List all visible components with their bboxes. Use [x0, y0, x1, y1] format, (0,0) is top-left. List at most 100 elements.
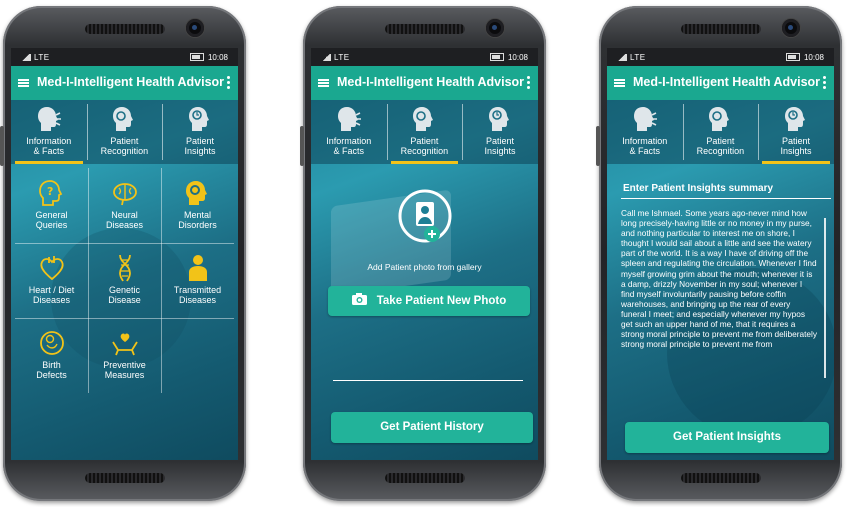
head-speaking-icon: [37, 107, 61, 131]
battery-icon: [489, 53, 504, 61]
category-birth-defects[interactable]: Birth Defects: [15, 318, 88, 393]
get-patient-insights-button[interactable]: Get Patient Insights: [625, 422, 829, 453]
head-question-icon: ?: [38, 180, 62, 206]
baby-icon: [39, 331, 64, 355]
hamburger-menu-icon[interactable]: [614, 79, 625, 87]
tab-label-line1: Patient: [485, 136, 514, 146]
category-label: Measures: [104, 370, 145, 380]
head-insight-icon: [784, 107, 805, 131]
tab-patient-insights[interactable]: Patient Insights: [462, 100, 538, 164]
phone-information: LTE 10:08 Med-I-Intelligent Health Advis…: [0, 6, 246, 501]
network-label: LTE: [34, 53, 50, 62]
summary-scrollbar[interactable]: [824, 218, 826, 378]
app-bar: Med-I-Intelligent Health Advisor: [607, 66, 834, 100]
brain-icon: [112, 183, 137, 206]
app-title: Med-I-Intelligent Health Advisor: [337, 75, 525, 89]
tab-label-line2: Recognition: [100, 146, 149, 156]
phone-recognition: LTE 10:08 Med-I-Intelligent Health Advis…: [300, 6, 546, 501]
hamburger-menu-icon[interactable]: [318, 79, 329, 87]
category-neural-diseases[interactable]: Neural Diseases: [88, 168, 161, 243]
tab-patient-recognition[interactable]: Patient Recognition: [387, 100, 463, 164]
category-label: Mental: [183, 210, 211, 220]
tab-information-facts[interactable]: Information & Facts: [607, 100, 683, 164]
category-label: Heart / Diet: [28, 285, 75, 295]
category-transmitted-diseases[interactable]: Transmitted Diseases: [161, 243, 234, 318]
front-camera: [486, 19, 504, 37]
take-new-photo-label: Take Patient New Photo: [376, 295, 507, 307]
tab-label-line1: Information: [26, 136, 72, 146]
category-preventive-measures[interactable]: Preventive Measures: [88, 318, 161, 393]
speaker-grille: [680, 473, 761, 483]
tab-bar: Information & Facts Patient Recognition …: [607, 100, 834, 164]
category-label: General: [35, 210, 68, 220]
tab-label-line2: Recognition: [696, 146, 745, 156]
tab-bar: Information & Facts Patient Recognition …: [11, 100, 238, 164]
get-patient-history-button[interactable]: Get Patient History: [331, 412, 533, 443]
add-photo-label[interactable]: Add Patient photo from gallery: [311, 262, 538, 272]
overflow-menu-icon[interactable]: [227, 76, 230, 90]
tab-label-line2: Insights: [780, 146, 812, 156]
divider-line: [333, 380, 523, 381]
screen-information: LTE 10:08 Med-I-Intelligent Health Advis…: [11, 48, 238, 460]
tab-label-line1: Patient: [185, 136, 214, 146]
hamburger-menu-icon[interactable]: [18, 79, 29, 87]
add-patient-photo-icon[interactable]: [395, 188, 455, 248]
tab-label-line2: & Facts: [33, 146, 65, 156]
take-new-photo-button[interactable]: Take Patient New Photo: [328, 286, 530, 316]
category-mental-disorders[interactable]: Mental Disorders: [161, 168, 234, 243]
clock: 10:08: [803, 53, 824, 62]
camera-icon: [351, 293, 367, 305]
svg-text:?: ?: [47, 185, 53, 198]
overflow-menu-icon[interactable]: [823, 76, 826, 90]
tab-label-line1: Patient: [410, 136, 439, 146]
category-label: Defects: [36, 370, 67, 380]
tab-patient-insights[interactable]: Patient Insights: [758, 100, 834, 164]
speaker-grille: [384, 473, 465, 483]
tab-patient-recognition[interactable]: Patient Recognition: [87, 100, 163, 164]
front-camera: [186, 19, 204, 37]
clock: 10:08: [207, 53, 228, 62]
summary-underline: [621, 198, 831, 199]
head-scan-icon: [413, 107, 434, 131]
category-grid: ? General Queries Neural Diseases Mental…: [15, 168, 234, 393]
dna-icon: [118, 254, 131, 282]
tab-label-line1: Patient: [706, 136, 735, 146]
tab-patient-recognition[interactable]: Patient Recognition: [683, 100, 759, 164]
signal-icon: [321, 54, 331, 61]
tab-information-facts[interactable]: Information & Facts: [11, 100, 87, 164]
category-label: Diseases: [178, 295, 216, 305]
head-insight-icon: [488, 107, 509, 131]
tab-label-line1: Information: [622, 136, 668, 146]
insights-summary-textarea[interactable]: Call me Ishmael. Some years ago-never mi…: [621, 208, 817, 349]
tab-patient-insights[interactable]: Patient Insights: [162, 100, 238, 164]
head-scan-icon: [709, 107, 730, 131]
phone-insights: LTE 10:08 Med-I-Intelligent Health Advis…: [596, 6, 842, 501]
screen-insights: LTE 10:08 Med-I-Intelligent Health Advis…: [607, 48, 834, 460]
screen-recognition: LTE 10:08 Med-I-Intelligent Health Advis…: [311, 48, 538, 460]
tab-label-line2: & Facts: [333, 146, 365, 156]
signal-icon: [21, 54, 31, 61]
tab-label-line1: Patient: [781, 136, 810, 146]
speaker-grille: [680, 24, 761, 34]
app-title: Med-I-Intelligent Health Advisor: [633, 75, 821, 89]
category-label: Disease: [108, 295, 141, 305]
overflow-menu-icon[interactable]: [527, 76, 530, 90]
status-bar: LTE 10:08: [607, 48, 834, 66]
category-heart-diet-diseases[interactable]: Heart / Diet Diseases: [15, 243, 88, 318]
insights-summary-label: Enter Patient Insights summary: [623, 183, 774, 194]
tab-information-facts[interactable]: Information & Facts: [311, 100, 387, 164]
head-speaking-icon: [337, 107, 361, 131]
status-bar: LTE 10:08: [11, 48, 238, 66]
category-genetic-disease[interactable]: Genetic Disease: [88, 243, 161, 318]
category-general-queries[interactable]: ? General Queries: [15, 168, 88, 243]
head-speaking-icon: [633, 107, 657, 131]
front-camera: [782, 19, 800, 37]
tab-bar: Information & Facts Patient Recognition …: [311, 100, 538, 164]
category-label: Birth: [42, 360, 61, 370]
category-label: Preventive: [103, 360, 146, 370]
speaker-grille: [84, 24, 165, 34]
app-bar: Med-I-Intelligent Health Advisor: [311, 66, 538, 100]
category-label: Disorders: [178, 220, 217, 230]
category-label: Transmitted: [173, 285, 222, 295]
signal-icon: [617, 54, 627, 61]
